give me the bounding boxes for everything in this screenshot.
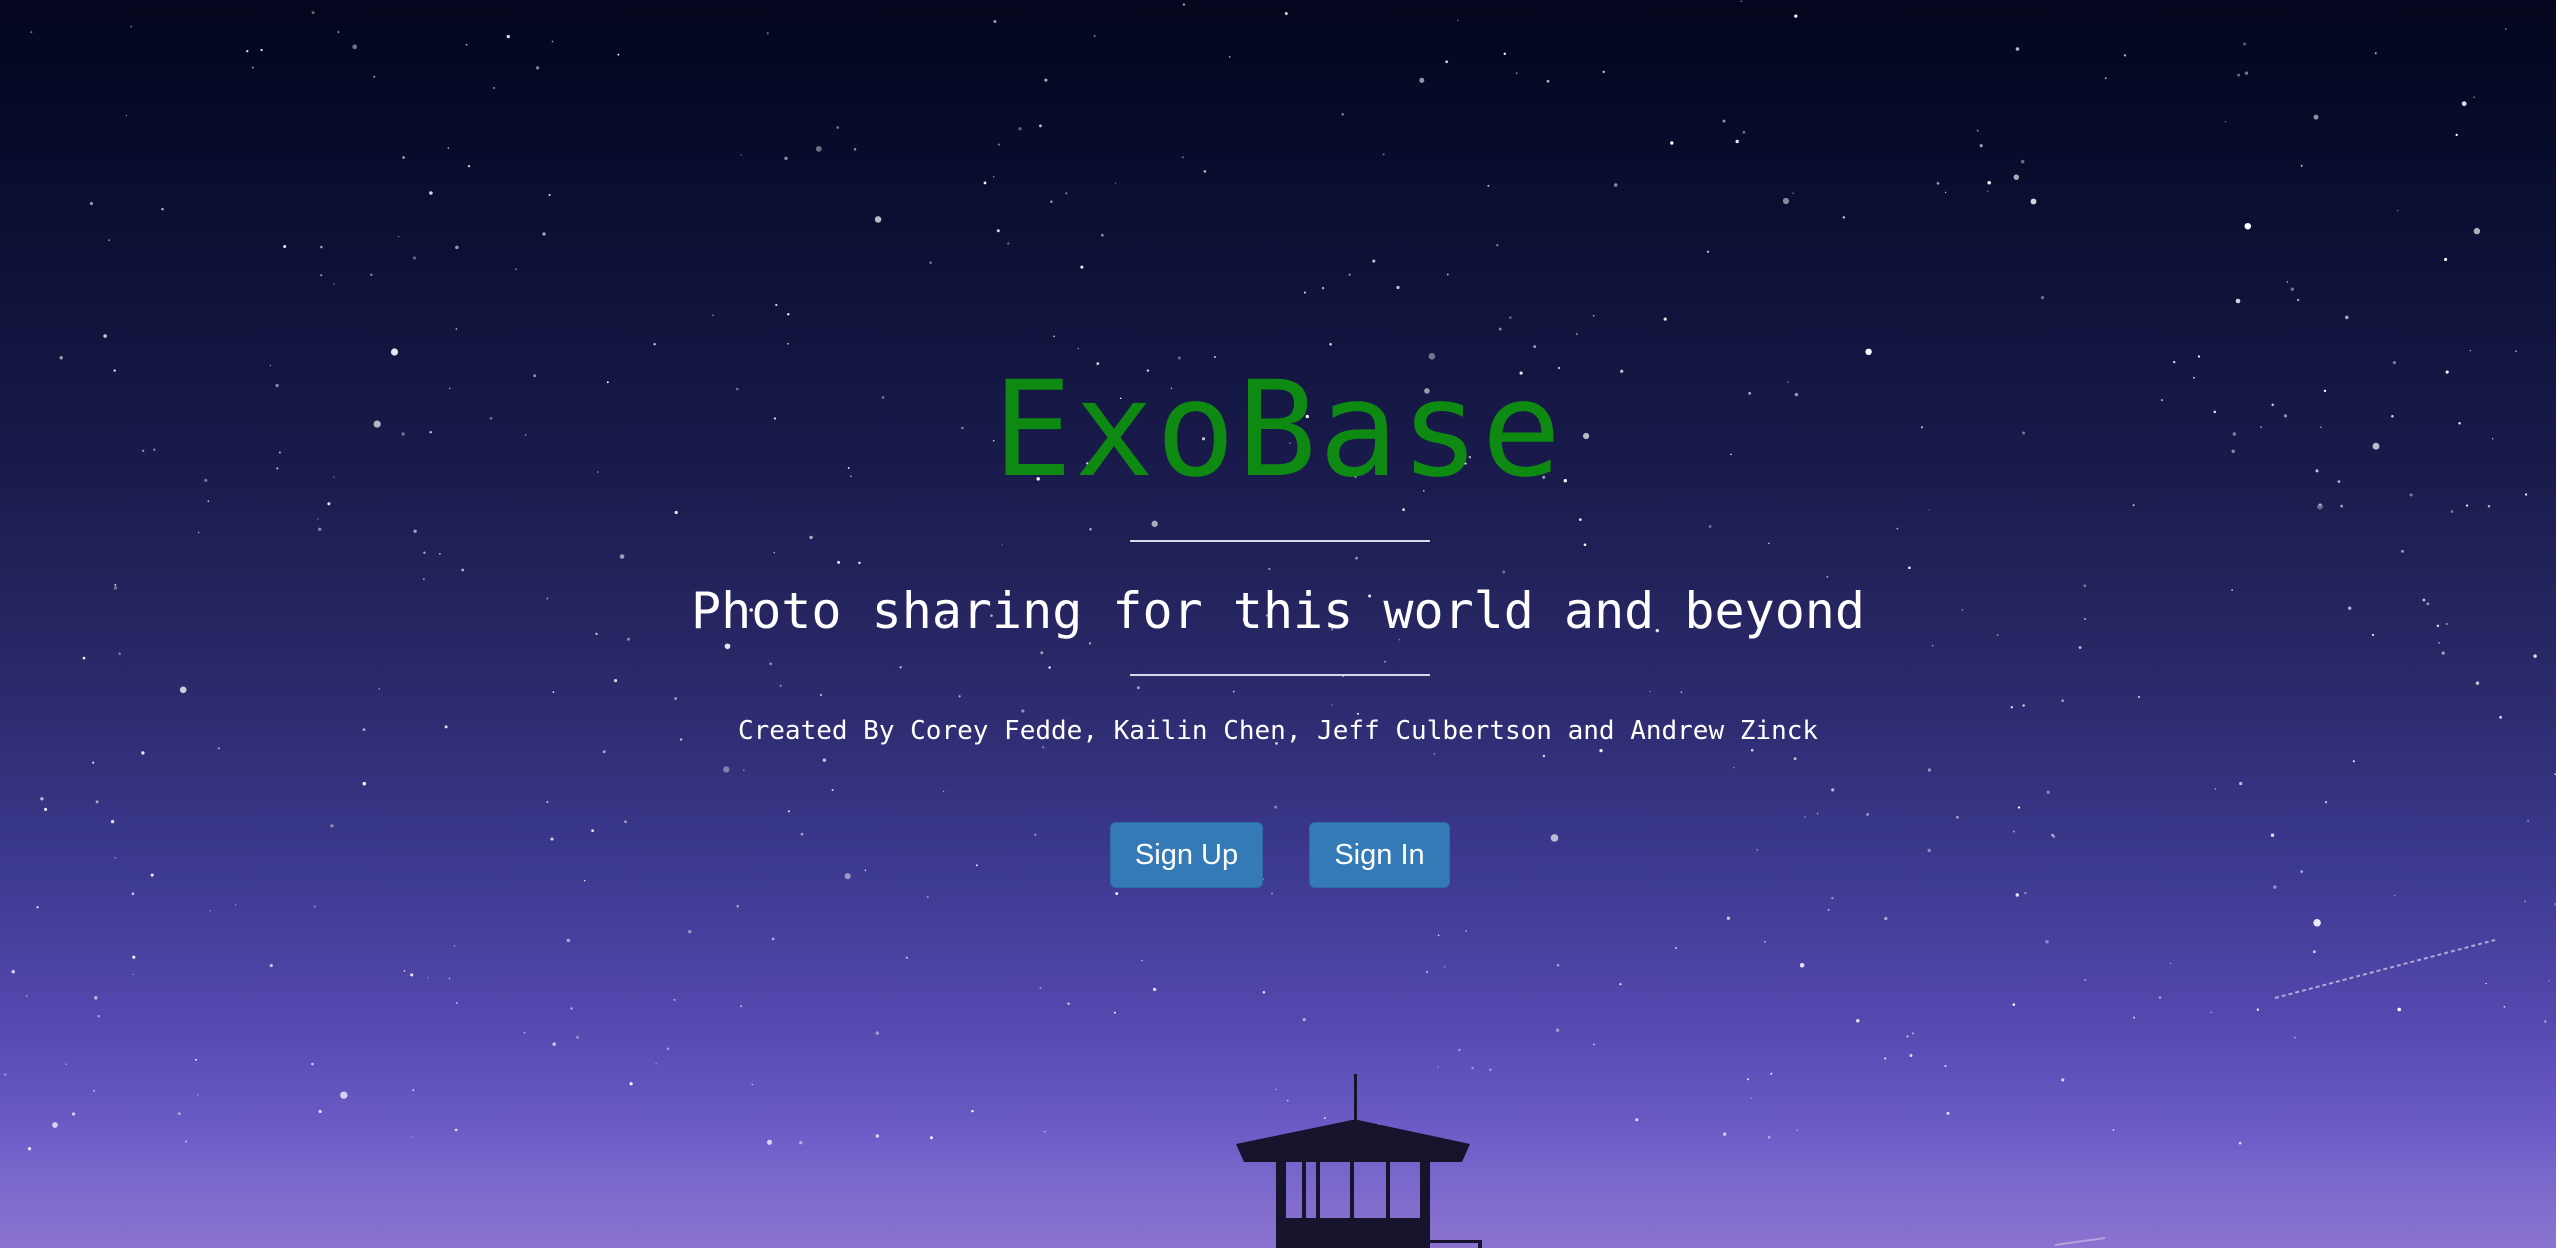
hero-section: ExoBase Photo sharing for this world and… [0, 0, 2556, 1248]
credits-text: Created By Corey Fedde, Kailin Chen, Jef… [737, 716, 1819, 746]
divider-bottom [1130, 674, 1430, 676]
sign-in-button[interactable]: Sign In [1309, 822, 1450, 888]
sign-up-button[interactable]: Sign Up [1110, 822, 1263, 888]
divider-top [1130, 540, 1430, 542]
tagline: Photo sharing for this world and beyond [691, 582, 1865, 640]
app-title: ExoBase [992, 353, 1564, 507]
